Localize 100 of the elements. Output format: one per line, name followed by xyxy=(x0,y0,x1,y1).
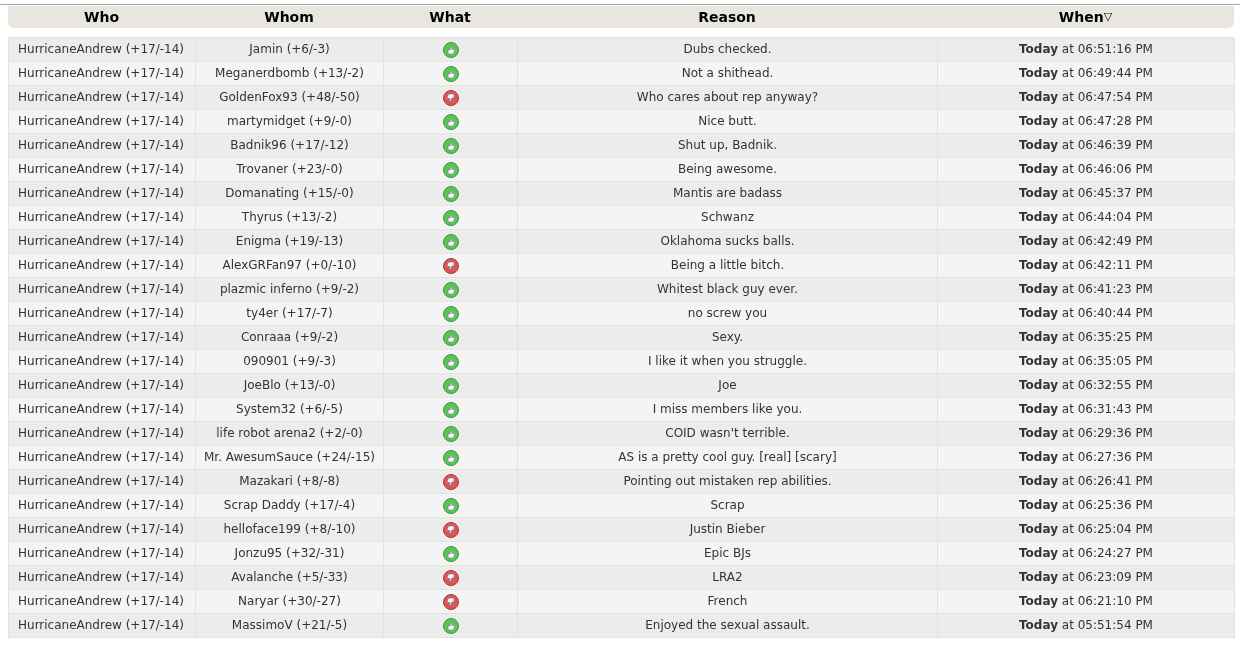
whom-cell: JoeBlo (+13/-0) xyxy=(195,373,384,398)
whom-cell: Domanating (+15/-0) xyxy=(195,181,384,206)
reason-cell: I like it when you struggle. xyxy=(517,349,938,374)
reason-cell: Oklahoma sucks balls. xyxy=(517,229,938,254)
column-header[interactable]: When xyxy=(1058,6,1104,28)
who-cell: HurricaneAndrew (+17/-14) xyxy=(8,565,196,590)
thumbs-up-icon xyxy=(442,113,459,130)
whom-cell: life robot arena2 (+2/-0) xyxy=(195,421,384,446)
reason-cell: Schwanz xyxy=(517,205,938,230)
when-cell: Today at 06:31:43 PM xyxy=(937,397,1235,422)
when-cell: Today at 06:25:36 PM xyxy=(937,493,1235,518)
whom-cell: AlexGRFan97 (+0/-10) xyxy=(195,253,384,278)
thumbs-down-icon xyxy=(442,257,459,274)
reason-cell: Joe xyxy=(517,373,938,398)
thumbs-down-icon xyxy=(442,569,459,586)
when-cell: Today at 06:45:37 PM xyxy=(937,181,1235,206)
when-cell: Today at 06:42:11 PM xyxy=(937,253,1235,278)
who-cell: HurricaneAndrew (+17/-14) xyxy=(8,229,196,254)
when-cell: Today at 06:23:09 PM xyxy=(937,565,1235,590)
when-cell: Today at 06:47:54 PM xyxy=(937,85,1235,110)
who-cell: HurricaneAndrew (+17/-14) xyxy=(8,301,196,326)
when-cell: Today at 06:47:28 PM xyxy=(937,109,1235,134)
reason-cell: I miss members like you. xyxy=(517,397,938,422)
sort-indicator[interactable]: ▽ xyxy=(1103,8,1113,26)
who-cell: HurricaneAndrew (+17/-14) xyxy=(8,469,196,494)
whom-cell: System32 (+6/-5) xyxy=(195,397,384,422)
when-cell: Today at 06:51:16 PM xyxy=(937,37,1235,62)
who-cell: HurricaneAndrew (+17/-14) xyxy=(8,589,196,614)
when-cell: Today at 05:51:54 PM xyxy=(937,613,1235,638)
when-cell: Today at 06:41:23 PM xyxy=(937,277,1235,302)
thumbs-up-icon xyxy=(442,353,459,370)
thumbs-down-icon xyxy=(442,521,459,538)
column-header[interactable]: Whom xyxy=(264,6,314,28)
reason-cell: Scrap xyxy=(517,493,938,518)
when-cell: Today at 06:44:04 PM xyxy=(937,205,1235,230)
thumbs-up-icon xyxy=(442,497,459,514)
reason-cell: Whitest black guy ever. xyxy=(517,277,938,302)
who-cell: HurricaneAndrew (+17/-14) xyxy=(8,277,196,302)
column-header[interactable]: Reason xyxy=(698,6,756,28)
who-cell: HurricaneAndrew (+17/-14) xyxy=(8,253,196,278)
whom-cell: Thyrus (+13/-2) xyxy=(195,205,384,230)
when-cell: Today at 06:32:55 PM xyxy=(937,373,1235,398)
reason-cell: Who cares about rep anyway? xyxy=(517,85,938,110)
who-cell: HurricaneAndrew (+17/-14) xyxy=(8,493,196,518)
whom-cell: MassimoV (+21/-5) xyxy=(195,613,384,638)
whom-cell: Enigma (+19/-13) xyxy=(195,229,384,254)
whom-cell: ty4er (+17/-7) xyxy=(195,301,384,326)
thumbs-up-icon xyxy=(442,401,459,418)
whom-cell: Naryar (+30/-27) xyxy=(195,589,384,614)
who-cell: HurricaneAndrew (+17/-14) xyxy=(8,541,196,566)
thumbs-up-icon xyxy=(442,425,459,442)
thumbs-up-icon xyxy=(442,281,459,298)
whom-cell: Jamin (+6/-3) xyxy=(195,37,384,62)
when-cell: Today at 06:35:25 PM xyxy=(937,325,1235,350)
reason-cell: COID wasn't terrible. xyxy=(517,421,938,446)
who-cell: HurricaneAndrew (+17/-14) xyxy=(8,445,196,470)
who-cell: HurricaneAndrew (+17/-14) xyxy=(8,85,196,110)
reason-cell: Justin Bieber xyxy=(517,517,938,542)
thumbs-up-icon xyxy=(442,185,459,202)
who-cell: HurricaneAndrew (+17/-14) xyxy=(8,109,196,134)
reason-cell: no screw you xyxy=(517,301,938,326)
when-cell: Today at 06:40:44 PM xyxy=(937,301,1235,326)
whom-cell: Mazakari (+8/-8) xyxy=(195,469,384,494)
when-cell: Today at 06:25:04 PM xyxy=(937,517,1235,542)
reason-cell: Epic BJs xyxy=(517,541,938,566)
whom-cell: plazmic inferno (+9/-2) xyxy=(195,277,384,302)
thumbs-down-icon xyxy=(442,593,459,610)
column-header[interactable]: What xyxy=(429,6,471,28)
reason-cell: Nice butt. xyxy=(517,109,938,134)
column-header[interactable]: Who xyxy=(84,6,119,28)
thumbs-up-icon xyxy=(442,65,459,82)
reason-cell: Not a shithead. xyxy=(517,61,938,86)
whom-cell: martymidget (+9/-0) xyxy=(195,109,384,134)
who-cell: HurricaneAndrew (+17/-14) xyxy=(8,61,196,86)
reason-cell: Dubs checked. xyxy=(517,37,938,62)
who-cell: HurricaneAndrew (+17/-14) xyxy=(8,397,196,422)
thumbs-up-icon xyxy=(442,209,459,226)
thumbs-up-icon xyxy=(442,41,459,58)
whom-cell: Conraaa (+9/-2) xyxy=(195,325,384,350)
reason-cell: AS is a pretty cool guy. [real] [scary] xyxy=(517,445,938,470)
whom-cell: GoldenFox93 (+48/-50) xyxy=(195,85,384,110)
when-cell: Today at 06:42:49 PM xyxy=(937,229,1235,254)
who-cell: HurricaneAndrew (+17/-14) xyxy=(8,421,196,446)
who-cell: HurricaneAndrew (+17/-14) xyxy=(8,613,196,638)
when-cell: Today at 06:49:44 PM xyxy=(937,61,1235,86)
when-cell: Today at 06:35:05 PM xyxy=(937,349,1235,374)
reason-cell: Pointing out mistaken rep abilities. xyxy=(517,469,938,494)
whom-cell: helloface199 (+8/-10) xyxy=(195,517,384,542)
when-cell: Today at 06:24:27 PM xyxy=(937,541,1235,566)
when-cell: Today at 06:46:39 PM xyxy=(937,133,1235,158)
when-cell: Today at 06:27:36 PM xyxy=(937,445,1235,470)
who-cell: HurricaneAndrew (+17/-14) xyxy=(8,157,196,182)
who-cell: HurricaneAndrew (+17/-14) xyxy=(8,133,196,158)
when-cell: Today at 06:26:41 PM xyxy=(937,469,1235,494)
whom-cell: Jonzu95 (+32/-31) xyxy=(195,541,384,566)
thumbs-up-icon xyxy=(442,305,459,322)
reason-cell: Enjoyed the sexual assault. xyxy=(517,613,938,638)
whom-cell: Trovaner (+23/-0) xyxy=(195,157,384,182)
reason-cell: Shut up, Badnik. xyxy=(517,133,938,158)
reason-cell: Being awesome. xyxy=(517,157,938,182)
